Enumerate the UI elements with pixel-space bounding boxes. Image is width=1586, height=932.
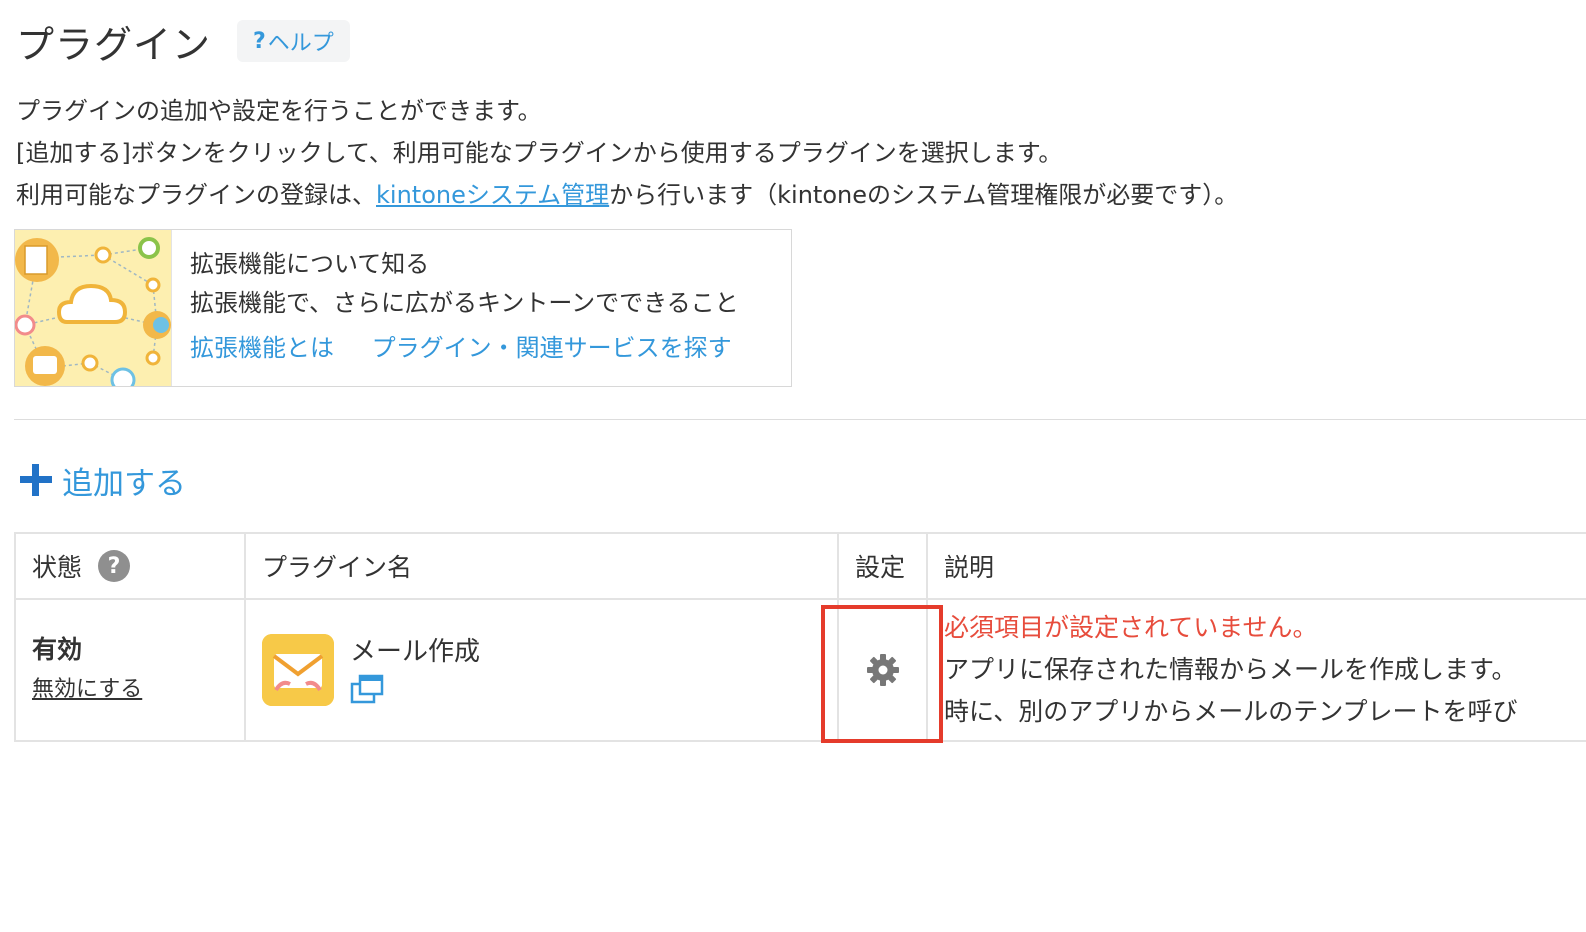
intro-line-2: [追加する]ボタンをクリックして、利用可能なプラグインから使用するプラグインを選… [16, 139, 1063, 167]
intro-line-3-pre: 利用可能なプラグインの登録は、 [16, 181, 376, 209]
settings-cell [837, 598, 928, 742]
plugin-name: メール作成 [350, 637, 481, 667]
header-plugin-name: プラグイン名 [244, 532, 839, 600]
about-extensions-link[interactable]: 拡張機能とは [190, 334, 334, 362]
header-settings: 設定 [837, 532, 928, 600]
find-plugins-link[interactable]: プラグイン・関連サービスを探す [372, 334, 732, 362]
add-plugin-label: 追加する [62, 465, 186, 502]
table-row: 有効 無効にする メール作成 必須項目が設定されていません。 アプリに保存された… [14, 598, 1586, 742]
page-title: プラグイン [16, 22, 212, 67]
section-divider [14, 419, 1586, 420]
mail-plugin-icon [262, 634, 334, 706]
plugin-table: 状態 ? プラグイン名 設定 説明 有効 無効にする メール作成 必須項目が設定… [14, 532, 1586, 742]
plugin-name-cell: メール作成 [244, 598, 839, 742]
promo-subtitle: 拡張機能で、さらに広がるキントーンでできること [190, 289, 739, 317]
plus-icon [20, 464, 52, 496]
open-window-icon[interactable] [350, 674, 384, 704]
intro-description: プラグインの追加や設定を行うことができます。 [追加する]ボタンをクリックして、… [16, 90, 1238, 216]
promo-links: 拡張機能とは プラグイン・関連サービスを探す [190, 328, 762, 368]
table-header-row: 状態 ? プラグイン名 設定 説明 [14, 532, 1586, 600]
status-enabled: 有効 [32, 635, 83, 664]
description-cell: 必須項目が設定されていません。 アプリに保存された情報からメールを作成します。 … [926, 598, 1586, 742]
help-question-icon: ? [253, 28, 266, 54]
required-settings-warning: 必須項目が設定されていません。 [944, 613, 1318, 642]
description-line-2: 時に、別のアプリからメールのテンプレートを呼び [944, 697, 1518, 726]
status-help-icon[interactable]: ? [98, 550, 131, 582]
header-status: 状態 ? [14, 532, 246, 600]
page-header: プラグイン ? ヘルプ [16, 16, 350, 67]
disable-plugin-link[interactable]: 無効にする [32, 670, 244, 710]
intro-line-3-post: から行います（kintoneのシステム管理権限が必要です）。 [609, 181, 1239, 209]
help-button-label: ヘルプ [267, 31, 334, 56]
gear-icon[interactable] [865, 652, 901, 688]
header-description: 説明 [926, 532, 1586, 600]
status-cell: 有効 無効にする [14, 598, 246, 742]
intro-line-3: 利用可能なプラグインの登録は、kintoneシステム管理から行います（kinto… [16, 174, 1238, 216]
help-button[interactable]: ? ヘルプ [237, 20, 350, 62]
description-line-1: アプリに保存された情報からメールを作成します。 [944, 655, 1517, 684]
extensions-promo-box: 拡張機能について知る 拡張機能で、さらに広がるキントーンでできること 拡張機能と… [14, 229, 792, 387]
extensions-illustration [15, 230, 172, 386]
header-status-label: 状態 [32, 553, 83, 582]
promo-title: 拡張機能について知る [190, 250, 430, 278]
promo-text: 拡張機能について知る 拡張機能で、さらに広がるキントーンでできること 拡張機能と… [172, 230, 762, 386]
network-cloud-icon [15, 237, 171, 386]
intro-line-1: プラグインの追加や設定を行うことができます。 [16, 97, 542, 125]
add-plugin-button[interactable]: 追加する [20, 456, 186, 504]
kintone-system-admin-link[interactable]: kintoneシステム管理 [376, 181, 609, 209]
